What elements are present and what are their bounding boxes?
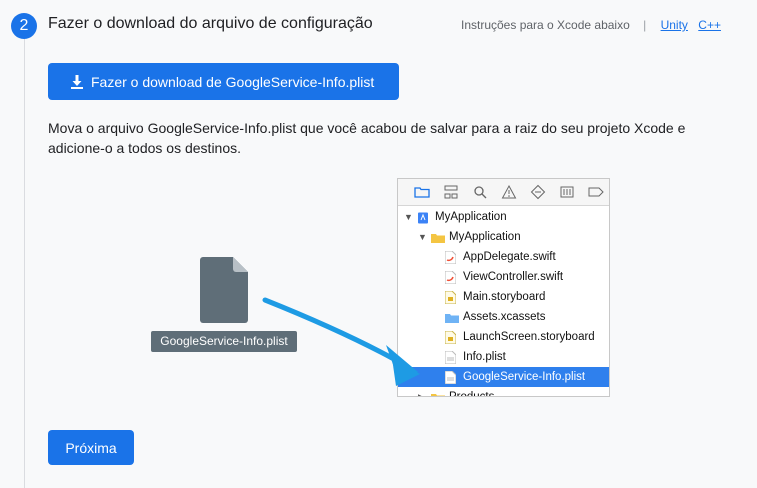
file-row-label: Main.storyboard <box>463 291 546 303</box>
disclosure-closed-icon[interactable]: ▶ <box>418 387 425 396</box>
file-row-label: GoogleService-Info.plist <box>463 371 586 383</box>
navigator-file-row[interactable]: AppDelegate.swift <box>398 247 609 267</box>
file-row-label: AppDelegate.swift <box>463 251 556 263</box>
file-row-label: LaunchScreen.storyboard <box>463 331 595 343</box>
warning-icon[interactable] <box>501 184 517 200</box>
project-icon <box>417 211 429 224</box>
step-title: Fazer o download do arquivo de configura… <box>48 15 373 32</box>
storyboard-icon <box>444 290 457 305</box>
swift-file-icon <box>444 250 457 265</box>
navigator-file-row[interactable]: ViewController.swift <box>398 267 609 287</box>
hierarchy-icon[interactable] <box>443 184 459 200</box>
storyboard-icon <box>444 330 457 345</box>
file-row-label: MyApplication <box>435 211 507 223</box>
navigator-file-row[interactable]: ▶ Products <box>398 387 609 397</box>
folder-icon <box>431 391 445 396</box>
step-connector-line <box>24 38 25 488</box>
disclosure-open-icon[interactable]: ▼ <box>418 227 427 247</box>
download-button-label: Fazer o download de GoogleService-Info.p… <box>91 73 375 90</box>
navigator-file-row[interactable]: Assets.xcassets <box>398 307 609 327</box>
plist-file-icon <box>200 257 248 323</box>
file-row-label: Products <box>449 391 495 397</box>
xcode-project-navigator: ▼ MyApplication ▼ MyApplication AppDelegate.… <box>397 178 610 397</box>
navigator-toolbar <box>398 179 609 206</box>
navigator-file-row[interactable]: ▼ MyApplication <box>398 227 609 247</box>
navigator-file-row[interactable]: ▼ MyApplication <box>398 207 609 227</box>
folder-icon <box>431 231 445 243</box>
folder-tab-icon[interactable] <box>414 184 430 200</box>
instructions-text: Mova o arquivo GoogleService-Info.plist … <box>48 120 686 156</box>
plist-icon <box>444 370 457 385</box>
plist-icon <box>444 350 457 365</box>
unity-link[interactable]: Unity <box>661 18 688 32</box>
disclosure-open-icon[interactable]: ▼ <box>404 207 413 227</box>
cpp-link[interactable]: C++ <box>698 18 721 32</box>
navigator-file-row[interactable]: GoogleService-Info.plist <box>398 367 609 387</box>
step-number-badge: 2 <box>11 13 37 39</box>
separator: | <box>643 18 647 32</box>
swift-file-icon <box>444 270 457 285</box>
search-icon[interactable] <box>472 184 488 200</box>
file-row-label: Assets.xcassets <box>463 311 546 323</box>
test-diamond-icon[interactable] <box>530 184 546 200</box>
breakpoint-icon[interactable] <box>588 184 604 200</box>
file-row-label: ViewController.swift <box>463 271 564 283</box>
file-name-label: GoogleService-Info.plist <box>151 331 297 352</box>
download-config-button[interactable]: Fazer o download de GoogleService-Info.p… <box>48 63 399 100</box>
assets-folder-icon <box>445 311 459 323</box>
next-button[interactable]: Próxima <box>48 430 134 465</box>
navigator-file-row[interactable]: Info.plist <box>398 347 609 367</box>
platform-instructions: Instruções para o Xcode abaixo | Unity C… <box>461 18 728 32</box>
download-icon <box>71 74 83 89</box>
debug-icon[interactable] <box>559 184 575 200</box>
navigator-file-row[interactable]: LaunchScreen.storyboard <box>398 327 609 347</box>
instructions-label: Instruções para o Xcode abaixo <box>461 18 630 32</box>
navigator-file-row[interactable]: Main.storyboard <box>398 287 609 307</box>
file-row-label: MyApplication <box>449 231 521 243</box>
file-row-label: Info.plist <box>463 351 506 363</box>
